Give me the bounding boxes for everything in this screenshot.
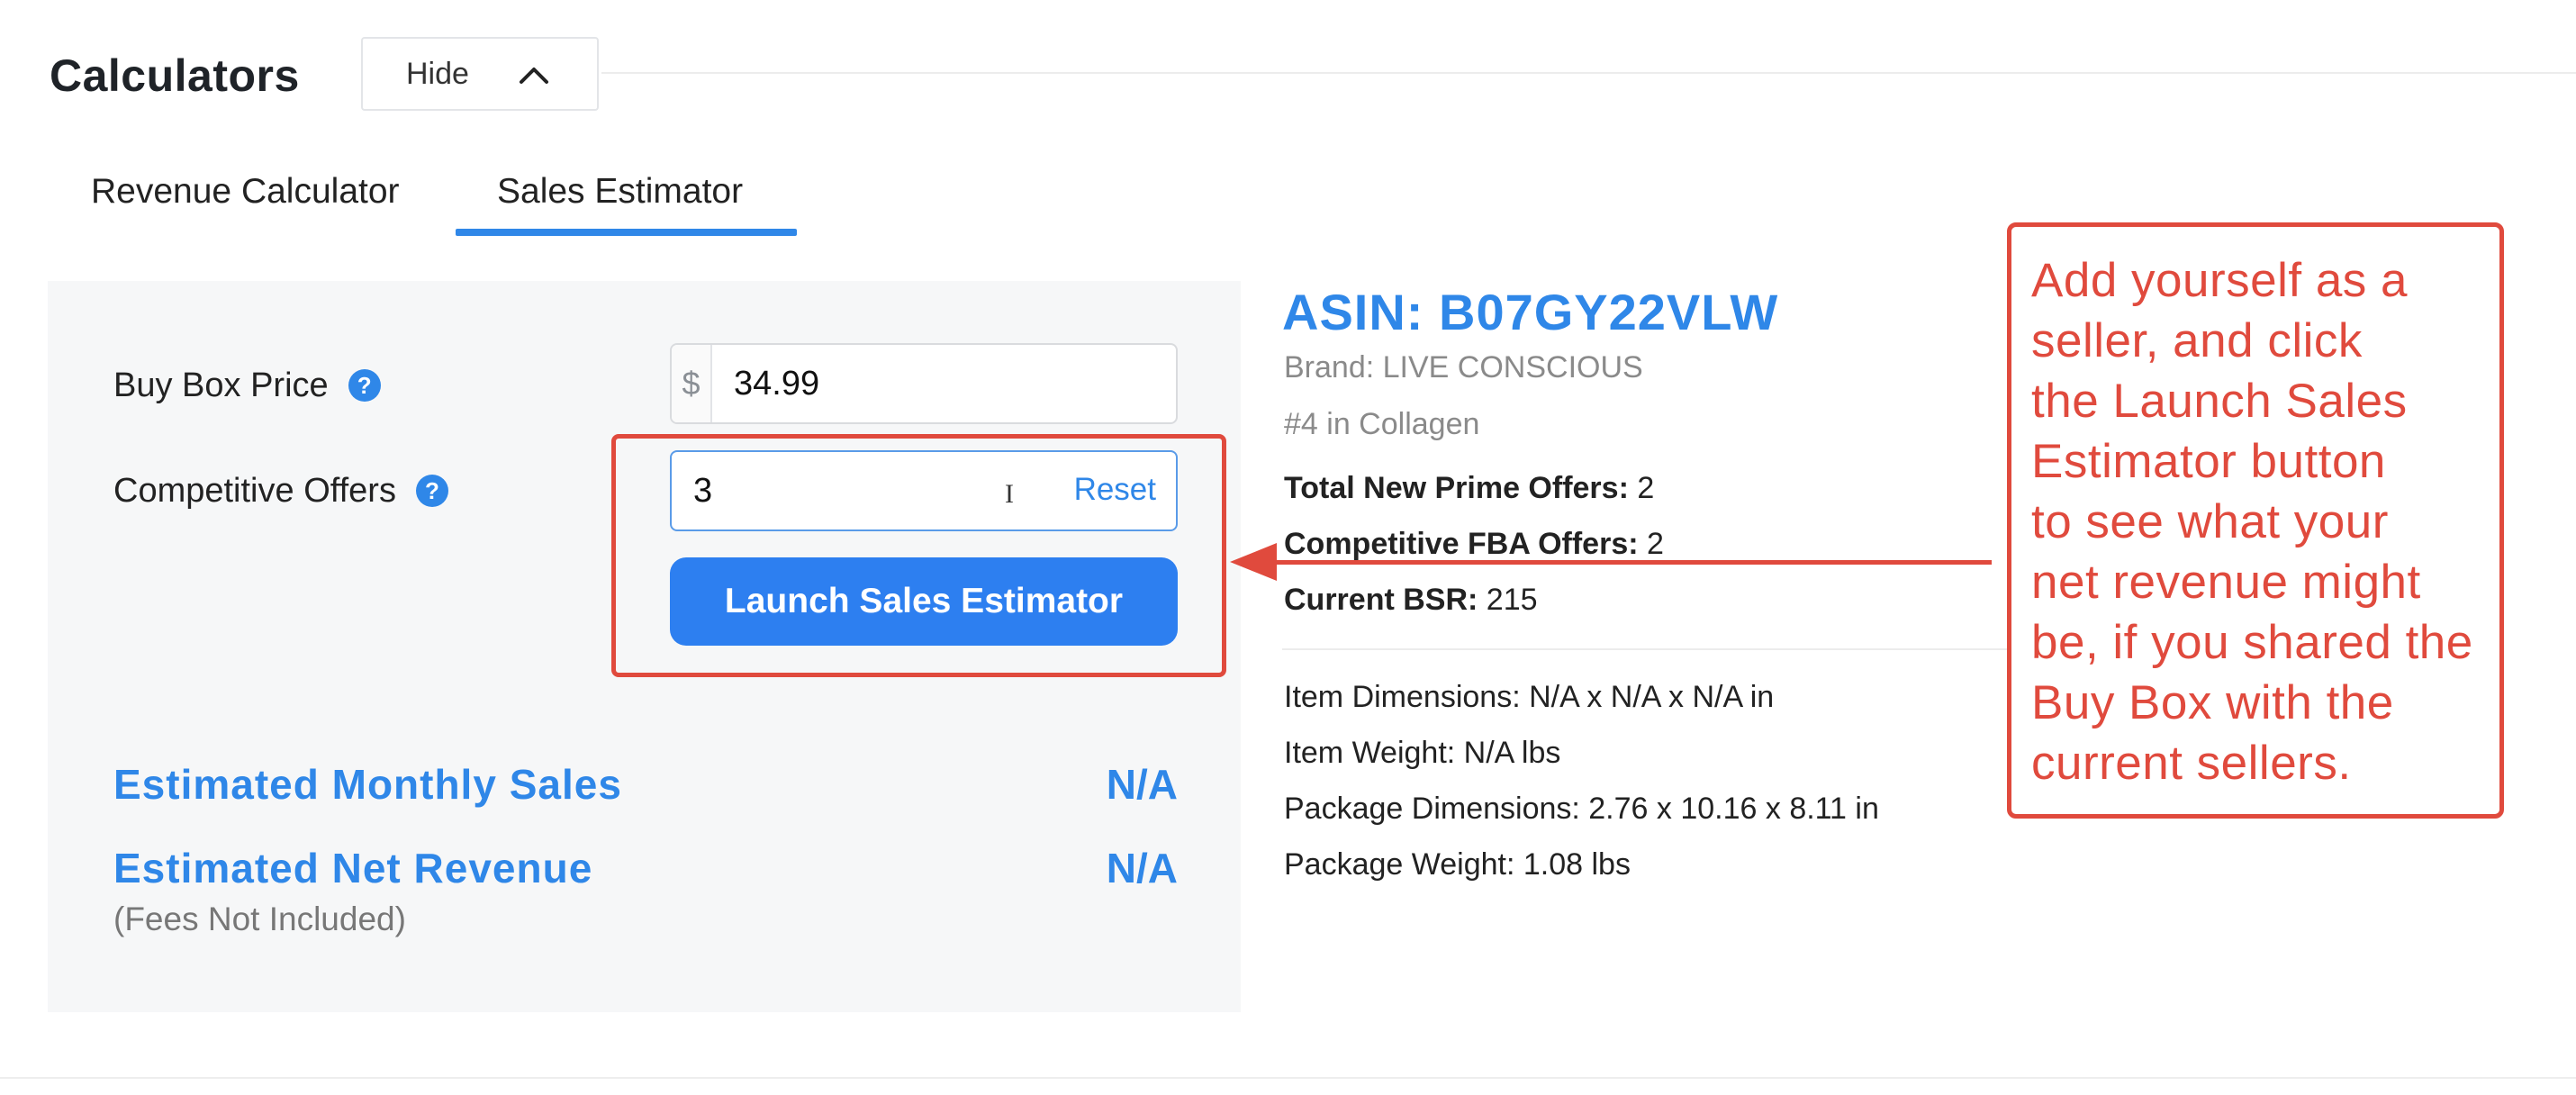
hide-button[interactable]: Hide bbox=[361, 37, 599, 111]
item-weight: Item Weight: N/A lbs bbox=[1284, 736, 1561, 770]
buy-box-price-label: Buy Box Price bbox=[113, 367, 329, 404]
total-new-prime-offers-label: Total New Prime Offers: bbox=[1284, 471, 1629, 505]
bottom-divider bbox=[0, 1077, 2576, 1079]
current-bsr-label: Current BSR: bbox=[1284, 583, 1478, 617]
buy-box-price-field: $ bbox=[670, 343, 1178, 424]
competitive-fba-offers-value: 2 bbox=[1647, 527, 1664, 561]
estimated-net-revenue-label: Estimated Net Revenue bbox=[113, 845, 593, 891]
annotation-callout: Add yourself as a seller, and click the … bbox=[2007, 222, 2504, 819]
annotation-text: Add yourself as a seller, and click the … bbox=[2031, 254, 2473, 790]
item-dimensions: Item Dimensions: N/A x N/A x N/A in bbox=[1284, 680, 1775, 714]
package-weight: Package Weight: 1.08 lbs bbox=[1284, 847, 1631, 882]
competitive-fba-offers-label: Competitive FBA Offers: bbox=[1284, 527, 1639, 561]
estimated-monthly-sales-label: Estimated Monthly Sales bbox=[113, 761, 622, 808]
buy-box-price-input[interactable] bbox=[712, 345, 1176, 422]
brand-text: Brand: LIVE CONSCIOUS bbox=[1284, 350, 1643, 385]
page-title: Calculators bbox=[50, 50, 300, 101]
help-icon[interactable]: ? bbox=[415, 475, 448, 507]
current-bsr-value: 215 bbox=[1486, 583, 1538, 617]
active-tab-indicator bbox=[456, 229, 797, 236]
package-dimensions: Package Dimensions: 2.76 x 10.16 x 8.11 … bbox=[1284, 792, 1879, 826]
competitive-fba-offers: Competitive FBA Offers: 2 bbox=[1284, 524, 1664, 564]
fees-note: (Fees Not Included) bbox=[113, 900, 406, 937]
arrow-left-icon bbox=[1230, 543, 1277, 581]
buy-box-price-row: Buy Box Price ? bbox=[113, 363, 381, 408]
chevron-up-icon bbox=[520, 68, 548, 84]
current-bsr: Current BSR: 215 bbox=[1284, 580, 1538, 620]
info-divider bbox=[1282, 648, 2011, 650]
help-icon[interactable]: ? bbox=[348, 369, 381, 402]
currency-prefix: $ bbox=[672, 345, 712, 422]
highlight-box bbox=[611, 434, 1226, 677]
tab-sales-estimator[interactable]: Sales Estimator bbox=[497, 169, 743, 214]
total-new-prime-offers: Total New Prime Offers: 2 bbox=[1284, 468, 1654, 508]
hide-button-label: Hide bbox=[406, 56, 469, 91]
competitive-offers-row: Competitive Offers ? bbox=[113, 468, 448, 513]
category-rank: #4 in Collagen bbox=[1284, 407, 1480, 441]
annotation-arrow-line bbox=[1271, 560, 1992, 565]
tab-revenue-calculator[interactable]: Revenue Calculator bbox=[91, 169, 400, 214]
competitive-offers-label: Competitive Offers bbox=[113, 472, 396, 510]
header-divider bbox=[601, 72, 2576, 74]
estimated-monthly-sales-value: N/A bbox=[1106, 761, 1178, 808]
estimated-net-revenue-value: N/A bbox=[1106, 845, 1178, 891]
total-new-prime-offers-value: 2 bbox=[1637, 471, 1655, 505]
asin-title: ASIN: B07GY22VLW bbox=[1282, 284, 1779, 340]
